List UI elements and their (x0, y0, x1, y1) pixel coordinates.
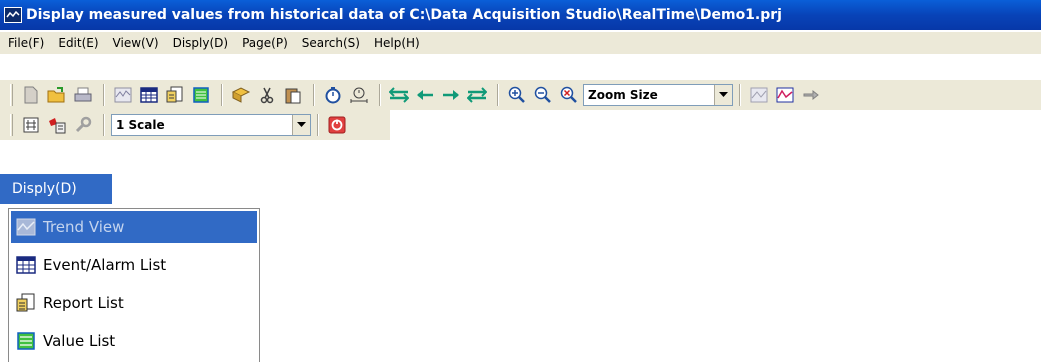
print-icon[interactable] (71, 83, 95, 107)
app-icon (4, 7, 22, 23)
menu-page[interactable]: Page(P) (242, 36, 288, 50)
timer-icon[interactable] (347, 83, 371, 107)
menu-view[interactable]: View(V) (113, 36, 159, 50)
pointer-icon[interactable] (799, 83, 823, 107)
scale-value: 1 Scale (116, 118, 165, 132)
event-alarm-list-icon (15, 255, 37, 275)
paste-icon[interactable] (281, 83, 305, 107)
zoom-reset-icon[interactable] (557, 83, 581, 107)
menu-item-value-list[interactable]: Value List (11, 325, 257, 357)
menu-item-label: Event/Alarm List (43, 256, 167, 274)
zoom-size-select[interactable]: Zoom Size (583, 84, 733, 106)
report-list-icon[interactable] (163, 83, 187, 107)
menu-item-trend-view[interactable]: Trend View (11, 211, 257, 243)
menu-file[interactable]: File(F) (8, 36, 44, 50)
menu-item-event-alarm-list[interactable]: Event/Alarm List (11, 249, 257, 281)
value-list-icon[interactable] (189, 83, 213, 107)
toolbar-separator (739, 84, 741, 106)
menu-help[interactable]: Help(H) (374, 36, 420, 50)
grid-icon[interactable] (19, 113, 43, 137)
menu-item-label: Value List (43, 332, 116, 350)
wrench-icon[interactable] (71, 113, 95, 137)
display-dropdown-menu: Trend View Event/Alarm List Report List … (8, 208, 260, 362)
stop-icon[interactable] (325, 113, 349, 137)
chevron-down-icon[interactable] (714, 85, 732, 105)
scale-select[interactable]: 1 Scale (111, 114, 311, 136)
scroll-left-icon[interactable] (413, 83, 437, 107)
menu-bar: File(F) Edit(E) View(V) Disply(D) Page(P… (0, 32, 1041, 54)
toolbar-separator (221, 84, 223, 106)
title-bar: Display measured values from historical … (0, 0, 1041, 30)
zoom-in-icon[interactable] (505, 83, 529, 107)
toolbar-separator (317, 114, 319, 136)
main-toolbar: Zoom Size (0, 80, 1041, 110)
stopwatch-icon[interactable] (321, 83, 345, 107)
trend-view-icon[interactable] (111, 83, 135, 107)
window-title: Display measured values from historical … (26, 7, 782, 23)
report-list-icon (15, 293, 37, 313)
menu-edit[interactable]: Edit(E) (58, 36, 98, 50)
new-file-icon[interactable] (19, 83, 43, 107)
shrink-time-icon[interactable] (465, 83, 489, 107)
chevron-down-icon[interactable] (292, 115, 310, 135)
scroll-right-icon[interactable] (439, 83, 463, 107)
menu-search[interactable]: Search(S) (302, 36, 360, 50)
cut-icon[interactable] (255, 83, 279, 107)
display-menu-label: Disply(D) (12, 181, 77, 197)
menu-display[interactable]: Disply(D) (173, 36, 228, 50)
toolbar-separator (103, 114, 105, 136)
expand-time-icon[interactable] (387, 83, 411, 107)
cursor-icon[interactable] (45, 113, 69, 137)
trend-settings-icon[interactable] (747, 83, 771, 107)
menu-item-label: Report List (43, 294, 124, 312)
chart-icon[interactable] (773, 83, 797, 107)
secondary-toolbar: 1 Scale (0, 110, 390, 140)
export-icon[interactable] (229, 83, 253, 107)
menu-item-label: Trend View (43, 218, 125, 236)
toolbar-separator (379, 84, 381, 106)
menu-item-report-list[interactable]: Report List (11, 287, 257, 319)
open-folder-icon[interactable] (45, 83, 69, 107)
toolbar-separator (497, 84, 499, 106)
toolbar-separator (313, 84, 315, 106)
trend-view-icon (15, 217, 37, 237)
event-alarm-list-icon[interactable] (137, 83, 161, 107)
value-list-icon (15, 331, 37, 351)
toolbar-grip[interactable] (10, 84, 13, 106)
display-menu-header[interactable]: Disply(D) (0, 174, 112, 204)
toolbar-grip[interactable] (10, 114, 13, 136)
zoom-out-icon[interactable] (531, 83, 555, 107)
toolbar-separator (103, 84, 105, 106)
zoom-size-value: Zoom Size (588, 88, 658, 102)
